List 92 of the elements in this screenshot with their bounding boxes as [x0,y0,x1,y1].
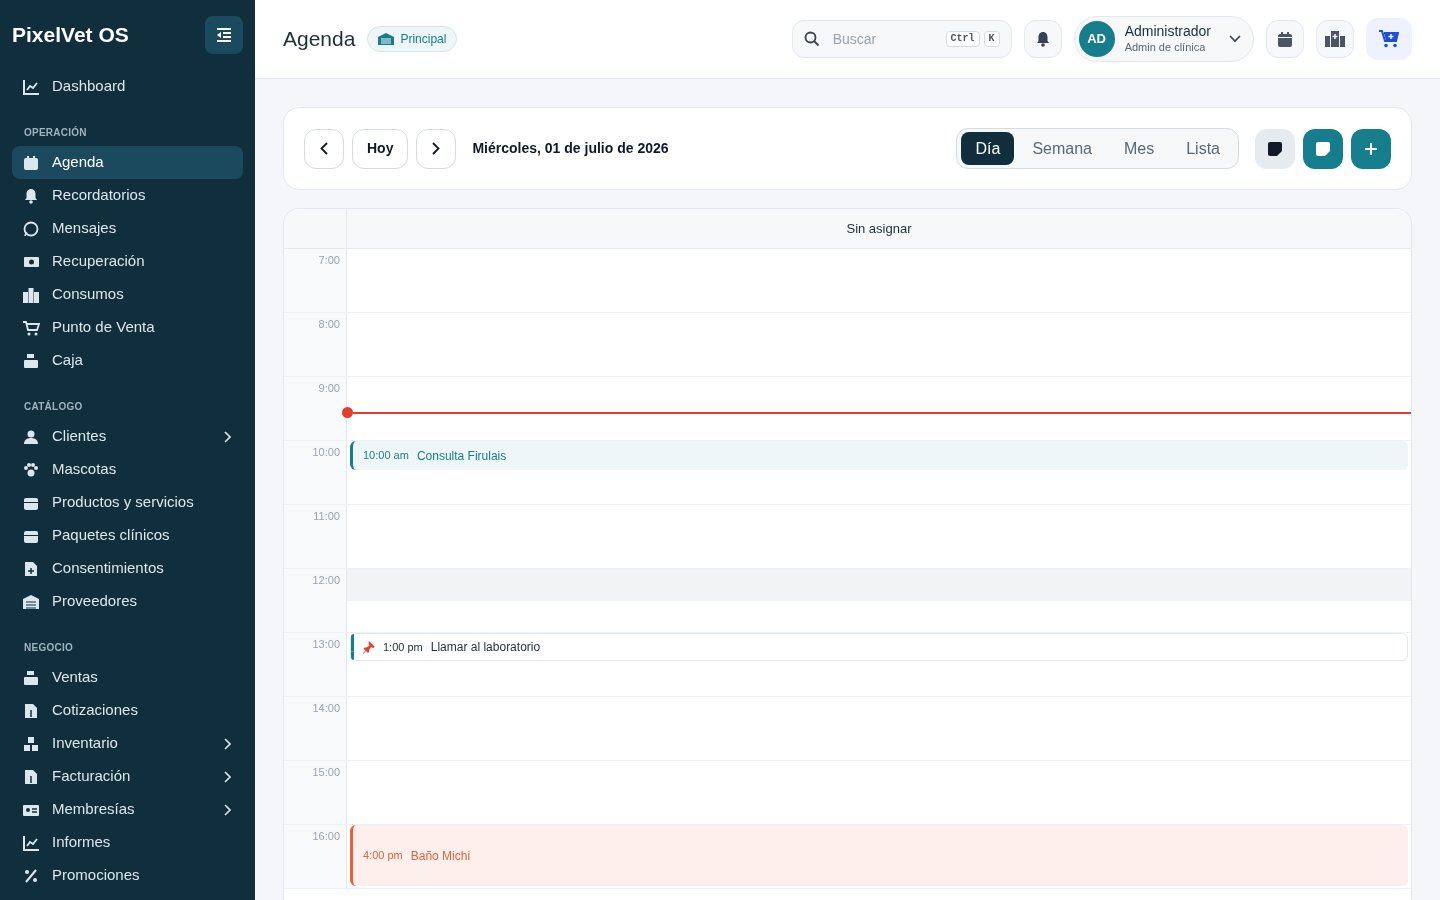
sidebar-item[interactable]: Paquetes clínicos [12,519,243,552]
pushpin-icon [362,640,375,654]
event-time: 4:00 pm [363,848,403,864]
sidebar-item[interactable]: Cotizaciones [12,694,243,727]
view-tab[interactable]: Mes [1109,132,1169,165]
sidebar-item[interactable]: Mascotas [12,453,243,486]
warehouse-icon [22,593,40,610]
app-name: PixelVet OS [12,22,129,49]
sidebar-item[interactable]: Proveedores [12,585,243,618]
notifications-button[interactable] [1023,20,1062,58]
document-plus-icon [22,560,40,577]
boxes-icon [22,735,40,752]
plus-icon [1364,141,1378,156]
event-title: Consulta Firulais [416,447,507,465]
sticky-note-icon [1316,141,1330,156]
today-button[interactable]: Hoy [352,128,409,169]
chart-icon [22,78,40,95]
paw-icon [22,461,40,478]
section-heading: NEGOCIO [23,641,74,655]
column-header: Sin asignar [846,219,912,238]
add-button[interactable] [1351,128,1391,169]
branch-badge: Principal [367,26,458,52]
cart-icon [1379,30,1399,48]
user-name: Administrador [1124,23,1211,41]
reminder-event[interactable]: 1:00 pm Llamar al laboratorio [350,633,1408,661]
sidebar-item[interactable]: Recuperación [12,245,243,278]
collapse-sidebar-button[interactable] [205,16,243,54]
sidebar-item[interactable]: Ventas [12,661,243,694]
menu-indent-icon [216,28,232,42]
time-label: 12:00 [312,573,340,586]
sticky-note-icon [1268,141,1282,156]
search-icon [803,31,820,47]
shortcut-key: Ctrl [945,31,980,47]
sidebar-item[interactable]: Caja [12,344,243,377]
sidebar-item[interactable]: Membresías [12,793,243,826]
view-tab[interactable]: Lista [1172,132,1234,165]
calendar-button[interactable] [1266,20,1304,58]
sidebar-item[interactable]: Facturación [12,760,243,793]
page-title: Agenda [283,26,356,53]
time-label: 7:00 [318,253,340,266]
chevron-right-icon [432,142,441,155]
percent-icon [22,867,40,884]
sidebar-item[interactable]: Consentimientos [12,552,243,585]
section-heading: OPERACIÓN [23,125,88,140]
invoice-icon [22,702,40,719]
bell-icon [22,187,40,204]
time-label: 14:00 [312,701,340,714]
time-label: 8:00 [318,317,340,330]
view-tab[interactable]: Semana [1018,132,1106,165]
chevron-down-icon [1229,35,1241,43]
sidebar-item[interactable]: Inventario [12,727,243,760]
sidebar-item[interactable]: Consumos [12,278,243,311]
time-label: 9:00 [318,381,340,394]
event-time: 10:00 am [363,448,409,464]
cart-button[interactable] [1366,18,1412,60]
calendar-event[interactable]: 10:00 am Consulta Firulais [350,441,1408,470]
sidebar-item[interactable]: Promociones [12,859,243,892]
user-icon [22,428,40,445]
chart-icon [22,834,40,851]
bell-icon [1035,31,1050,47]
sidebar-item[interactable]: Informes [12,826,243,859]
event-time: 1:00 pm [383,639,423,655]
section-heading: CATÁLOGO [23,399,84,414]
sidebar-item[interactable]: Mensajes [12,212,243,245]
sidebar-item[interactable]: Clientes [12,420,243,453]
time-label: 16:00 [312,829,340,842]
view-tab[interactable]: Día [961,132,1015,165]
event-title: Llamar al laboratorio [430,639,541,656]
calendar-icon [1278,31,1292,47]
sidebar-item[interactable]: Dashboard [12,70,243,103]
user-menu[interactable]: AD Administrador Admin de clínica [1073,16,1254,62]
time-label: 15:00 [312,765,340,778]
chevron-left-icon [320,142,328,155]
chat-icon [22,220,40,237]
add-note-button[interactable] [1303,128,1343,169]
invoice-icon [22,768,40,785]
sidebar-item[interactable]: Productos y servicios [12,486,243,519]
current-date: Miércoles, 01 de julio de 2026 [472,139,669,158]
notes-button[interactable] [1255,128,1295,169]
sidebar-item[interactable]: Punto de Venta [12,311,243,344]
time-label: 13:00 [312,637,340,650]
sidebar-item[interactable]: Recordatorios [12,179,243,212]
time-label: 11:00 [313,509,340,522]
time-label: 10:00 [312,445,340,458]
calendar-icon [22,154,40,171]
event-title: Baño Michi [410,847,471,865]
user-role: Admin de clínica [1124,40,1207,55]
user-avatar: AD [1078,21,1115,57]
cart-icon [22,319,40,336]
sidebar-item[interactable]: Agenda [12,146,243,179]
building-icon [378,33,395,45]
clinic-button[interactable] [1316,20,1354,58]
